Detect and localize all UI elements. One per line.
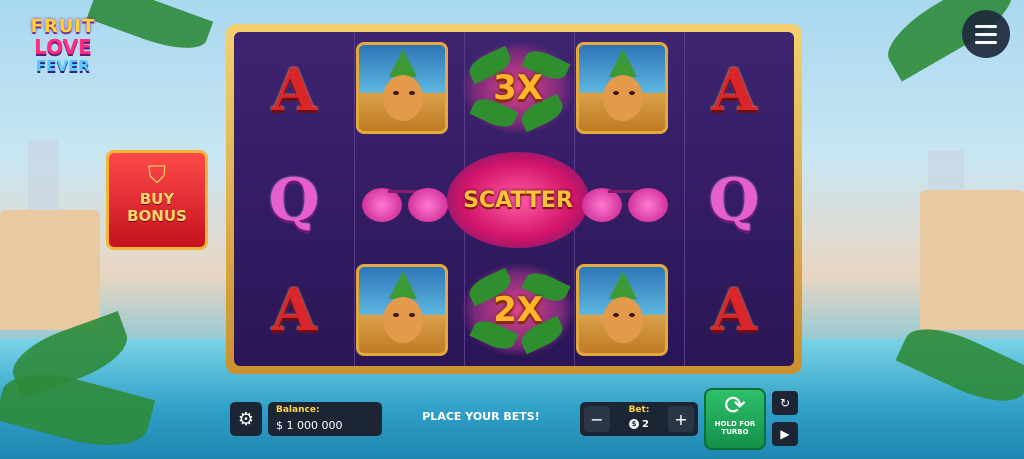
symbol-a: A	[711, 56, 757, 124]
autoplay-icon: ↻	[779, 396, 791, 410]
coin-icon: $	[629, 419, 640, 429]
bet-value: 2	[642, 419, 649, 430]
status-message: PLACE YOUR BETS!	[422, 410, 540, 423]
logo-line-1: FRUIT	[30, 16, 96, 37]
basket-icon: ⛉	[148, 161, 166, 189]
symbol-a: A	[271, 276, 317, 344]
autoplay-button[interactable]: ↻	[772, 391, 798, 415]
cabana	[920, 190, 1024, 330]
symbol-a: A	[271, 56, 317, 124]
reels-frame: A Q A 3X SCATTER 2X A Q A	[226, 24, 802, 374]
bet-panel: − Bet: $2 +	[580, 402, 698, 436]
balance-label: Balance:	[276, 405, 320, 415]
symbol-a: A	[711, 276, 757, 344]
play-button[interactable]: ▶	[772, 422, 798, 446]
cabana	[0, 210, 100, 330]
symbol-bikini	[358, 170, 450, 230]
spin-button[interactable]: ⟳ HOLD FOR TURBO	[704, 388, 766, 450]
bet-decrease-button[interactable]: −	[584, 406, 610, 432]
symbol-pineapple-girl	[356, 42, 448, 134]
spin-label-1: HOLD FOR	[714, 420, 756, 428]
symbol-pineapple-girl	[576, 264, 668, 356]
palm-leaf	[86, 0, 214, 60]
reel-divider	[354, 32, 355, 366]
scatter-label: SCATTER	[463, 187, 573, 213]
symbol-q: Q	[708, 166, 760, 234]
balance-value: $ 1 000 000	[276, 419, 343, 432]
multiplier-2x-label: 2X	[493, 290, 543, 330]
menu-button[interactable]	[962, 10, 1010, 58]
settings-icon: ⚙	[237, 408, 255, 430]
logo-line-2: LOVE	[34, 35, 92, 59]
reels-grid: A Q A 3X SCATTER 2X A Q A	[234, 32, 794, 366]
buy-bonus-line-2: BONUS	[127, 207, 187, 225]
bet-value-wrap: $2	[614, 419, 664, 430]
symbol-bikini	[578, 170, 670, 230]
multiplier-symbol: 2X	[462, 264, 574, 356]
settings-button[interactable]: ⚙	[230, 402, 262, 436]
spin-icon: ⟳	[724, 391, 746, 421]
reel-divider	[684, 32, 685, 366]
symbol-scatter: SCATTER	[447, 152, 589, 248]
symbol-pineapple-girl	[576, 42, 668, 134]
logo-line-3: FEVER	[36, 57, 90, 75]
buy-bonus-line-1: BUY	[139, 190, 175, 208]
balance-panel: Balance: $ 1 000 000	[268, 402, 382, 436]
play-icon: ▶	[780, 427, 790, 441]
buy-bonus-button[interactable]: ⛉ BUY BONUS	[106, 150, 208, 250]
bet-label: Bet:	[628, 405, 650, 415]
bet-increase-button[interactable]: +	[668, 406, 694, 432]
symbol-pineapple-girl	[356, 264, 448, 356]
game-logo: FRUIT LOVE FEVER	[22, 16, 104, 86]
symbol-q: Q	[268, 166, 320, 234]
multiplier-3x-label: 3X	[493, 68, 543, 108]
spin-label-2: TURBO	[721, 428, 749, 436]
multiplier-symbol: 3X	[462, 42, 574, 134]
